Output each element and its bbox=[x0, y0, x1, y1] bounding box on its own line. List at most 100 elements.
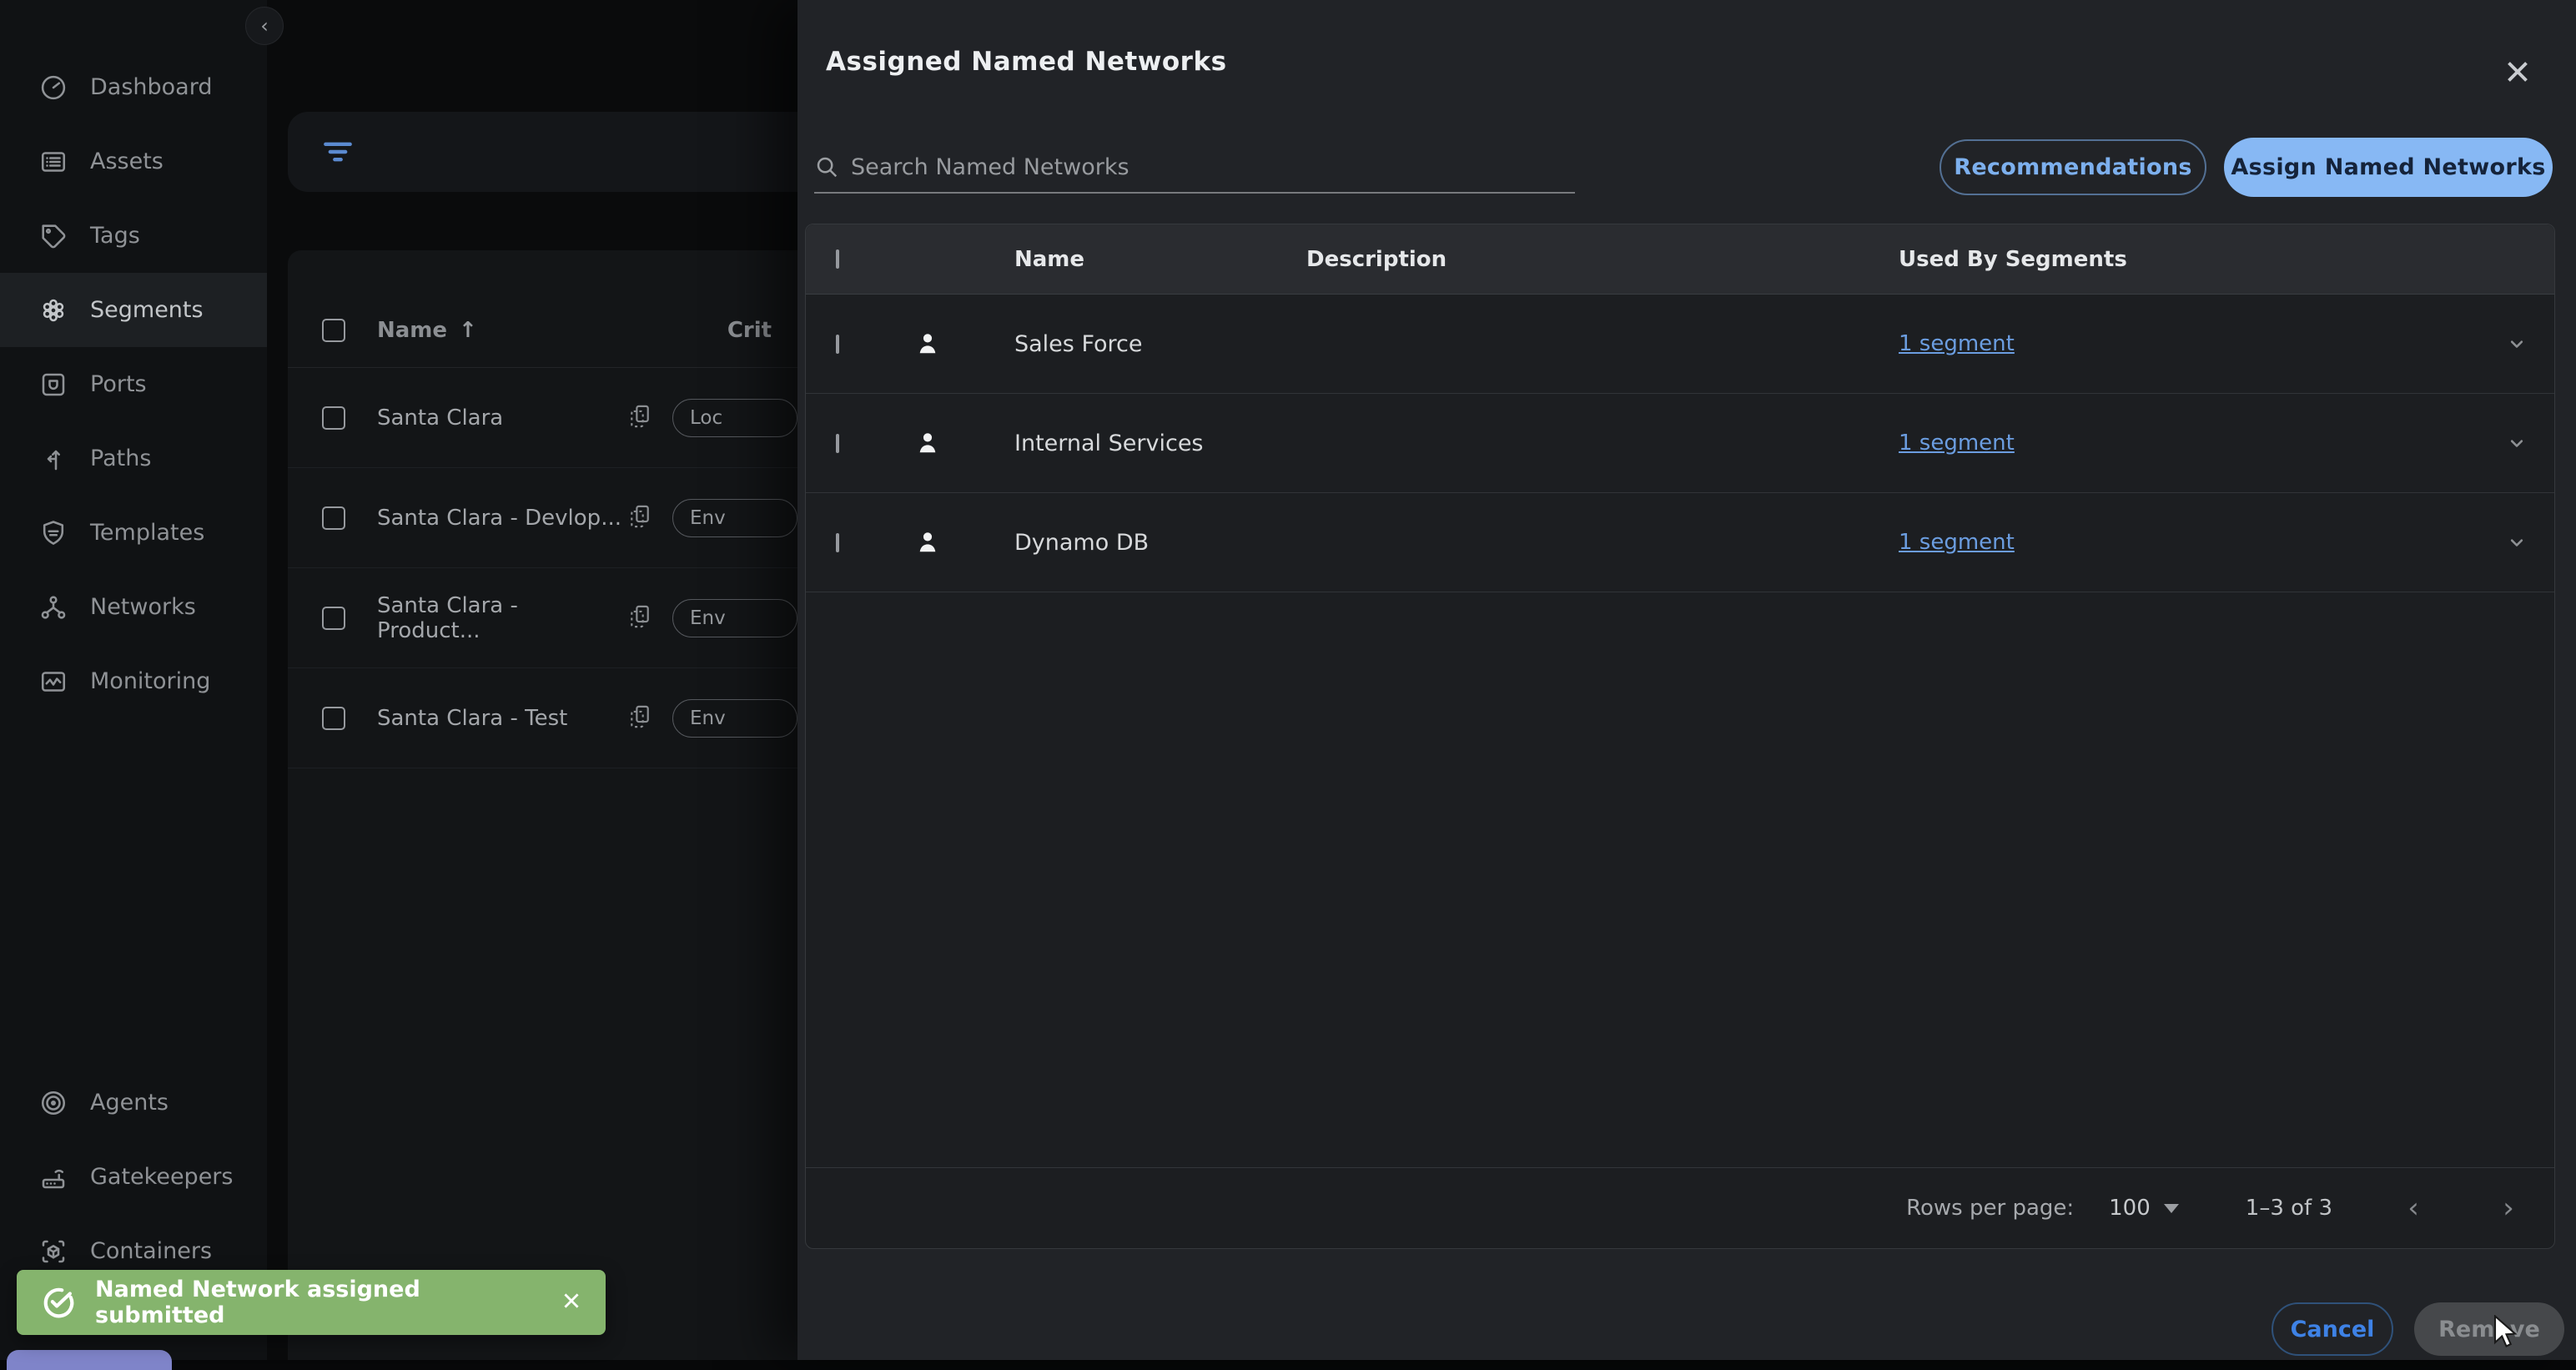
sidebar-item-segments[interactable]: Segments bbox=[0, 273, 267, 347]
table-row: Sales Force 1 segment bbox=[806, 295, 2554, 394]
ports-icon bbox=[42, 373, 65, 395]
copy-button[interactable] bbox=[627, 502, 652, 534]
rows-per-page-label: Rows per page: bbox=[1906, 1196, 2075, 1221]
row-checkbox[interactable] bbox=[322, 506, 345, 530]
toast-message: Named Network assigned submitted bbox=[95, 1277, 420, 1328]
sidebar-item-assets[interactable]: Assets bbox=[0, 124, 267, 199]
expand-row-button[interactable] bbox=[2479, 531, 2554, 554]
copy-button[interactable] bbox=[627, 703, 652, 734]
agents-icon bbox=[41, 1090, 66, 1115]
network-name: Internal Services bbox=[1014, 430, 1204, 456]
monitoring-icon bbox=[41, 671, 66, 692]
sidebar-item-label: Networks bbox=[90, 594, 196, 620]
toast-notification: Named Network assigned submitted bbox=[17, 1270, 606, 1335]
sidebar-item-label: Agents bbox=[90, 1090, 169, 1116]
next-page-button[interactable]: › bbox=[2494, 1194, 2523, 1222]
copy-button[interactable] bbox=[627, 602, 652, 634]
sidebar-collapse-button[interactable]: ‹ bbox=[245, 7, 284, 45]
search-input[interactable] bbox=[851, 154, 1543, 180]
sidebar-item-label: Segments bbox=[90, 297, 204, 323]
segments-icon bbox=[43, 299, 64, 321]
page-title: Assigned Named Networks bbox=[826, 47, 1227, 77]
row-checkbox[interactable] bbox=[836, 532, 839, 552]
row-checkbox[interactable] bbox=[836, 334, 839, 354]
close-button[interactable] bbox=[2503, 57, 2533, 87]
sidebar-item-label: Tags bbox=[90, 223, 140, 249]
table-row: Internal Services 1 segment bbox=[806, 394, 2554, 493]
sidebar-item-dashboard[interactable]: Dashboard bbox=[0, 50, 267, 124]
segments-link[interactable]: 1 segment bbox=[1899, 530, 2015, 555]
dropdown-caret-icon[interactable] bbox=[2163, 1203, 2179, 1213]
sidebar-item-label: Gatekeepers bbox=[90, 1164, 234, 1190]
sidebar-item-agents[interactable]: Agents bbox=[0, 1065, 267, 1140]
copy-icon bbox=[631, 505, 649, 527]
select-all-checkbox[interactable] bbox=[322, 319, 345, 342]
rows-per-page-value[interactable]: 100 bbox=[2109, 1196, 2151, 1221]
sidebar-item-templates[interactable]: Templates bbox=[0, 496, 267, 570]
sidebar-item-gatekeepers[interactable]: Gatekeepers bbox=[0, 1140, 267, 1214]
row-checkbox[interactable] bbox=[322, 606, 345, 630]
close-icon bbox=[2508, 62, 2528, 82]
background-content: Name ↑ Crit Santa Clara Loc Santa Clara … bbox=[267, 0, 838, 1360]
sidebar-item-label: Paths bbox=[90, 446, 152, 471]
named-networks-table-card: Name Description Used By Segments Sales … bbox=[805, 224, 2555, 1249]
segments-link[interactable]: 1 segment bbox=[1899, 331, 2015, 356]
column-header-used-by-segments: Used By Segments bbox=[1899, 246, 2127, 272]
segments-table-header: Name ↑ Crit bbox=[288, 294, 838, 367]
column-header-criticality: Crit bbox=[727, 318, 772, 343]
filter-toolbar bbox=[288, 112, 838, 192]
chevron-down-icon bbox=[2510, 340, 2523, 348]
table-row: Santa Clara Loc bbox=[288, 368, 838, 468]
copy-button[interactable] bbox=[627, 402, 652, 434]
sidebar-item-paths[interactable]: Paths bbox=[0, 421, 267, 496]
sidebar-item-label: Monitoring bbox=[90, 668, 211, 694]
sidebar-footer-nav: Agents Gatekeepers Containers bbox=[0, 1065, 267, 1288]
sidebar-nav: Dashboard Assets Tags Segments Ports Pat… bbox=[0, 50, 267, 718]
select-all-checkbox[interactable] bbox=[836, 249, 839, 269]
column-header-name[interactable]: Name bbox=[377, 318, 447, 343]
filter-button[interactable] bbox=[319, 133, 356, 170]
row-checkbox[interactable] bbox=[322, 405, 345, 430]
tags-icon bbox=[42, 224, 66, 248]
segments-table: Name ↑ Crit Santa Clara Loc Santa Clara … bbox=[288, 250, 838, 1360]
sidebar-item-label: Templates bbox=[90, 520, 205, 546]
expand-row-button[interactable] bbox=[2479, 332, 2554, 355]
sidebar-item-monitoring[interactable]: Monitoring bbox=[0, 644, 267, 718]
cancel-button[interactable]: Cancel bbox=[2272, 1302, 2393, 1356]
sidebar-item-ports[interactable]: Ports bbox=[0, 347, 267, 421]
copy-icon bbox=[631, 605, 649, 627]
row-checkbox[interactable] bbox=[322, 706, 345, 730]
previous-page-button[interactable]: ‹ bbox=[2399, 1194, 2428, 1222]
sidebar-item-label: Dashboard bbox=[90, 74, 213, 100]
networks-icon bbox=[41, 595, 66, 619]
expand-row-button[interactable] bbox=[2479, 431, 2554, 455]
collapse-chevron-icon: ‹ bbox=[260, 14, 269, 38]
assign-named-networks-button[interactable]: Assign Named Networks bbox=[2224, 138, 2553, 197]
assets-icon bbox=[41, 151, 66, 172]
toast-close-button[interactable] bbox=[561, 1290, 582, 1315]
sidebar-item-tags[interactable]: Tags bbox=[0, 199, 267, 273]
table-row: Santa Clara - Test Env bbox=[288, 668, 838, 768]
search-field bbox=[814, 142, 1575, 194]
segment-name: Santa Clara bbox=[377, 405, 504, 431]
sidebar: Dashboard Assets Tags Segments Ports Pat… bbox=[0, 0, 267, 1360]
copy-icon bbox=[631, 405, 649, 427]
dashboard-icon bbox=[41, 75, 66, 99]
segments-link[interactable]: 1 segment bbox=[1899, 431, 2015, 456]
sidebar-item-networks[interactable]: Networks bbox=[0, 570, 267, 644]
chevron-down-icon bbox=[2510, 539, 2523, 546]
recommendations-button[interactable]: Recommendations bbox=[1940, 139, 2206, 195]
row-checkbox[interactable] bbox=[836, 433, 839, 453]
sidebar-item-label: Ports bbox=[90, 371, 147, 397]
sort-arrow-icon[interactable]: ↑ bbox=[459, 318, 477, 343]
table-row: Dynamo DB 1 segment bbox=[806, 493, 2554, 592]
check-circle-icon bbox=[43, 1287, 74, 1318]
column-header-description: Description bbox=[1306, 246, 1447, 272]
remove-button[interactable]: Remove bbox=[2414, 1302, 2564, 1356]
pagination-range: 1–3 of 3 bbox=[2245, 1196, 2332, 1221]
criticality-chip: Loc bbox=[672, 398, 797, 437]
sidebar-item-label: Containers bbox=[90, 1238, 213, 1264]
search-icon bbox=[817, 157, 838, 178]
criticality-chip: Env bbox=[672, 698, 797, 738]
table-pagination: Rows per page: 100 1–3 of 3 ‹ › bbox=[806, 1167, 2554, 1248]
